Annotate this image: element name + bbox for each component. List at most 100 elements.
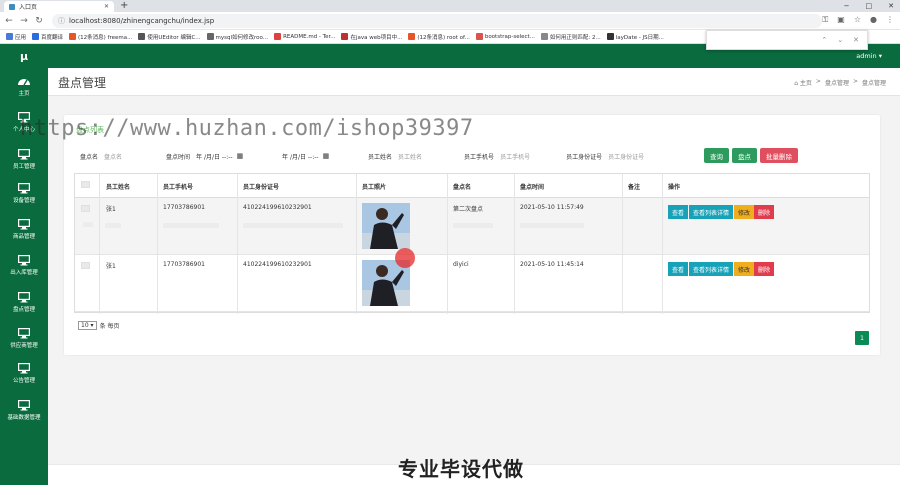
delete-button[interactable]: 删除 xyxy=(754,205,775,219)
table-row[interactable]: 张1 17703786901 410224199610232901 diyici… xyxy=(75,255,869,312)
bookmark-item[interactable]: 使用UEditor 编辑C... xyxy=(138,33,201,41)
cell-emp-id: 410224199610232901 xyxy=(243,261,312,268)
cell-emp-name: 张1 xyxy=(106,263,116,270)
cell-inventory-name: diyici xyxy=(453,261,469,268)
view-detail-button[interactable]: 查看列表详情 xyxy=(689,262,734,276)
sidebar-item[interactable]: 设备管理 xyxy=(0,182,48,204)
name-input[interactable]: 盘点名 xyxy=(102,150,158,162)
page-size-select[interactable]: 10 ▾ xyxy=(78,321,97,330)
app-logo: μ xyxy=(19,49,29,63)
sidebar-item[interactable]: 供应商管理 xyxy=(0,327,48,349)
bookmark-item[interactable]: mysql如何修改roo... xyxy=(206,33,269,41)
menu-icon[interactable]: ⋮ xyxy=(886,15,894,25)
query-button[interactable]: 查询 xyxy=(704,148,729,163)
batch-delete-button[interactable]: 批量删除 xyxy=(760,148,798,163)
calendar-icon[interactable]: ▦ xyxy=(323,152,330,160)
emp-id-input[interactable]: 员工身份证号 xyxy=(606,150,666,162)
emp-phone-label: 员工手机号 xyxy=(464,153,495,161)
col-actions: 操作 xyxy=(668,184,681,191)
bookmark-item[interactable]: README.md - Ter... xyxy=(274,33,335,40)
bookmark-favicon-icon xyxy=(540,33,548,40)
sidebar-item[interactable]: 出入库管理 xyxy=(0,254,48,276)
sidebar-item-label: 出入库管理 xyxy=(10,270,38,276)
user-menu[interactable]: admin ▾ xyxy=(856,52,882,60)
browser-tabbar: 入口页 ✕ + − □ ✕ xyxy=(0,0,900,12)
reload-icon[interactable]: ↻ xyxy=(33,16,45,26)
row-checkbox[interactable] xyxy=(81,262,90,269)
sidebar-item[interactable]: 商品管理 xyxy=(0,218,48,240)
select-all-checkbox[interactable] xyxy=(81,181,90,188)
sidebar-item[interactable]: 基础数据管理 xyxy=(0,399,48,421)
cursor-indicator xyxy=(395,248,415,268)
close-window-button[interactable]: ✕ xyxy=(888,0,894,12)
browser-tab[interactable]: 入口页 ✕ xyxy=(4,1,114,12)
breadcrumb-sep: > xyxy=(852,78,858,85)
profile-icon[interactable]: ● xyxy=(870,15,877,25)
star-icon[interactable]: ☆ xyxy=(854,15,861,25)
placeholder-bar xyxy=(163,223,219,228)
date-to-input[interactable]: 年 /月/日 --:-- ▦ xyxy=(280,150,360,162)
bookmark-item[interactable]: layDate - JS日期... xyxy=(606,33,664,41)
sidebar-item[interactable]: 员工管理 xyxy=(0,148,48,170)
sidebar-item[interactable]: 盘点管理 xyxy=(0,291,48,313)
tab-close-icon[interactable]: ✕ xyxy=(104,3,109,10)
minimize-button[interactable]: − xyxy=(844,0,850,12)
breadcrumb-home[interactable]: ⌂ 主页 xyxy=(794,78,812,87)
person-photo-image xyxy=(362,203,410,249)
new-tab-button[interactable]: + xyxy=(120,0,128,12)
edit-button[interactable]: 修改 xyxy=(734,205,755,219)
sidebar-item[interactable]: 主页 xyxy=(0,75,48,97)
extension-icon[interactable]: ▣ xyxy=(837,15,845,25)
date-to-text: 年 /月/日 --:-- xyxy=(282,153,319,161)
address-bar-row: ← → ↻ ⓘ localhost:8080/zhinengcangchu/in… xyxy=(0,12,900,30)
column-divider xyxy=(99,174,100,314)
col-note: 备注 xyxy=(628,184,641,191)
view-detail-button[interactable]: 查看列表详情 xyxy=(689,205,734,219)
sidebar-item-label: 主页 xyxy=(18,91,30,97)
find-close-icon[interactable]: ✕ xyxy=(853,36,859,44)
bookmark-item[interactable]: (12条消息) freema... xyxy=(69,33,132,41)
maximize-button[interactable]: □ xyxy=(866,0,873,12)
col-emp-id: 员工身份证号 xyxy=(243,184,280,191)
page-number-button[interactable]: 1 xyxy=(855,331,869,345)
inventory-button[interactable]: 盘点 xyxy=(732,148,757,163)
sidebar-item[interactable]: 公告管理 xyxy=(0,362,48,384)
bookmark-item[interactable]: (12条消息) root of... xyxy=(408,33,470,41)
delete-button[interactable]: 删除 xyxy=(754,262,775,276)
breadcrumb-sep: > xyxy=(815,78,821,85)
key-icon[interactable]: ⚿ xyxy=(822,15,828,25)
time-label: 盘点时间 xyxy=(166,153,191,161)
edit-button[interactable]: 修改 xyxy=(734,262,755,276)
search-form: 盘点名 盘点名 盘点时间 年 /月/日 --:-- ▦ 年 /月/日 --:-- ▦… xyxy=(80,149,674,163)
bookmark-item[interactable]: 在java web项目中... xyxy=(341,33,402,41)
bookmark-label: mysql如何修改roo... xyxy=(215,34,269,41)
bookmark-item[interactable]: 百度翻译 xyxy=(32,33,63,41)
table-row[interactable]: 张1 17703786901 410224199610232901 第二次盘点 … xyxy=(75,198,869,255)
breadcrumb-section[interactable]: 盘点管理 xyxy=(825,78,849,87)
bookmark-favicon-icon xyxy=(606,33,614,40)
sidebar-item-label: 设备管理 xyxy=(12,198,35,204)
bookmark-favicon-icon xyxy=(69,33,77,40)
date-from-input[interactable]: 年 /月/日 --:-- ▦ xyxy=(194,150,272,162)
calendar-icon[interactable]: ▦ xyxy=(237,152,244,160)
sidebar-item-label: 供应商管理 xyxy=(10,343,38,349)
forward-icon[interactable]: → xyxy=(18,16,30,26)
view-button[interactable]: 查看 xyxy=(668,262,689,276)
emp-phone-input[interactable]: 员工手机号 xyxy=(498,150,558,162)
url-input[interactable]: ⓘ localhost:8080/zhinengcangchu/index.js… xyxy=(52,14,822,28)
info-icon[interactable]: ⓘ xyxy=(58,16,65,26)
back-icon[interactable]: ← xyxy=(3,16,15,26)
dashboard-icon xyxy=(0,75,48,87)
sidebar-item-label: 公告管理 xyxy=(12,378,35,384)
window-controls: − □ ✕ xyxy=(844,0,894,12)
bookmark-item[interactable]: bootstrap-select... xyxy=(475,33,535,40)
bookmark-item[interactable]: 应用 xyxy=(6,33,26,41)
find-prev-icon[interactable]: ⌃ xyxy=(821,36,827,44)
column-divider xyxy=(447,174,448,314)
view-button[interactable]: 查看 xyxy=(668,205,689,219)
bookmark-item[interactable]: 如何用正则匹配: 2... xyxy=(540,33,601,41)
emp-name-label: 员工姓名 xyxy=(368,153,393,161)
find-next-icon[interactable]: ⌄ xyxy=(837,36,843,44)
row-checkbox[interactable] xyxy=(81,205,90,212)
emp-name-input[interactable]: 员工姓名 xyxy=(396,150,456,162)
